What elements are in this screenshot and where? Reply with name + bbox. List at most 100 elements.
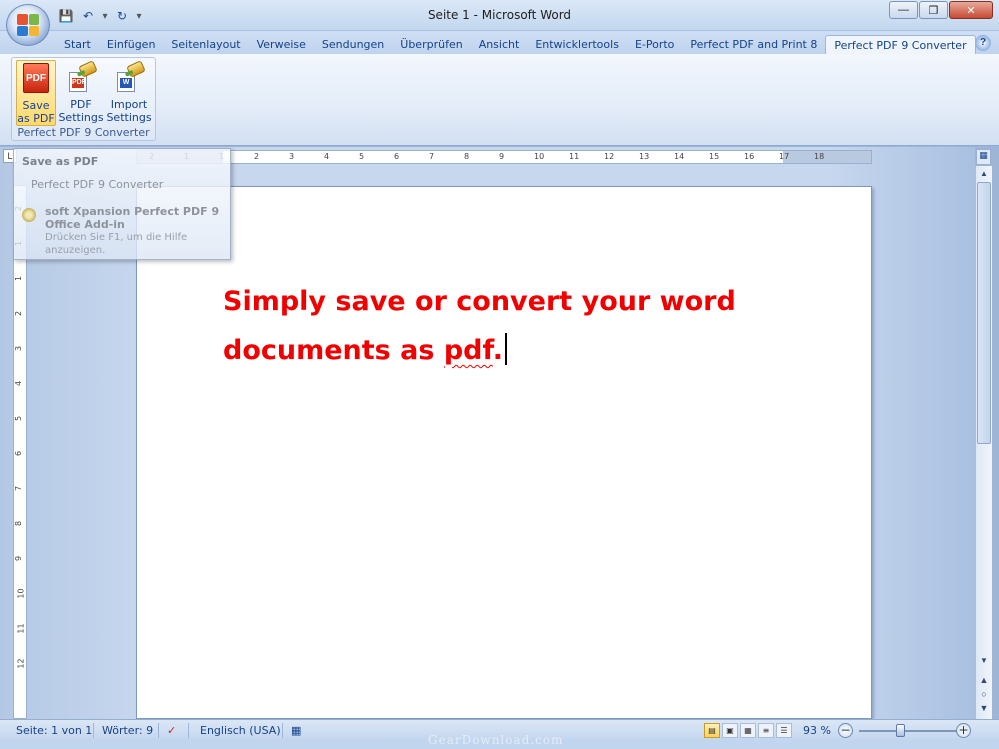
window-controls: — ❐ ✕ bbox=[889, 1, 993, 19]
import-settings-label-1: Import bbox=[110, 98, 148, 111]
pdf-document-icon: PDF bbox=[20, 63, 52, 95]
tab-ansicht[interactable]: Ansicht bbox=[471, 35, 528, 56]
ruler-number: 17 bbox=[779, 152, 790, 161]
office-logo-icon bbox=[17, 14, 39, 36]
document-body-text[interactable]: Simply save or convert your word documen… bbox=[223, 277, 783, 375]
window-title: Seite 1 - Microsoft Word bbox=[427, 8, 572, 22]
ruler-number: 18 bbox=[814, 152, 825, 161]
import-settings-button[interactable]: W Import Settings bbox=[106, 60, 152, 126]
ruler-number: 7 bbox=[429, 152, 435, 161]
zoom-out-icon[interactable]: − bbox=[838, 723, 853, 738]
ruler-number: 16 bbox=[744, 152, 755, 161]
view-buttons: ▤ ▣ ▦ ≡ ☰ bbox=[704, 723, 792, 738]
tab-sendungen[interactable]: Sendungen bbox=[314, 35, 392, 56]
ruler-number: 9 bbox=[14, 555, 24, 562]
full-screen-reading-icon[interactable]: ▣ bbox=[722, 723, 738, 738]
tab-entwicklertools[interactable]: Entwicklertools bbox=[527, 35, 627, 56]
tab-verweise[interactable]: Verweise bbox=[249, 35, 314, 56]
ruler-number: 10 bbox=[16, 588, 26, 599]
ruler-number: 2 bbox=[254, 152, 260, 161]
ruler-number: 5 bbox=[359, 152, 365, 161]
tooltip-subtitle: Perfect PDF 9 Converter bbox=[31, 178, 164, 191]
ruler-number: 8 bbox=[14, 520, 24, 527]
save-as-pdf-label-1: Save bbox=[22, 99, 50, 112]
pdf-settings-label-2: Settings bbox=[58, 111, 104, 124]
close-button[interactable]: ✕ bbox=[949, 1, 993, 19]
ruler-number: 9 bbox=[499, 152, 505, 161]
tooltip-help-text: Drücken Sie F1, um die Hilfe anzuzeigen. bbox=[45, 232, 188, 256]
ruler-number: 14 bbox=[674, 152, 685, 161]
tab-e-porto[interactable]: E-Porto bbox=[627, 35, 682, 56]
ruler-number: 11 bbox=[16, 623, 26, 634]
ruler-number: 11 bbox=[569, 152, 580, 161]
watermark: GearDownload.com bbox=[428, 733, 564, 747]
ruler-number: 1 bbox=[14, 275, 24, 282]
save-as-pdf-button[interactable]: PDF Save as PDF bbox=[16, 60, 56, 126]
pdf-settings-icon: PDF bbox=[65, 60, 98, 94]
status-page[interactable]: Seite: 1 von 1 bbox=[16, 724, 92, 737]
pdf-settings-label-1: PDF bbox=[70, 98, 92, 111]
document-line-2: documents as pdf. bbox=[223, 326, 783, 375]
scroll-down-icon[interactable]: ▼ bbox=[977, 654, 991, 668]
tab-ueberpruefen[interactable]: Überprüfen bbox=[392, 35, 470, 56]
status-language[interactable]: Englisch (USA) bbox=[200, 724, 281, 737]
title-bar: 💾 ↶ ▾ ↻ ▾ Seite 1 - Microsoft Word — ❐ ✕ bbox=[0, 0, 999, 31]
zoom-slider-thumb[interactable] bbox=[896, 724, 905, 737]
maximize-button[interactable]: ❐ bbox=[919, 1, 948, 19]
web-layout-icon[interactable]: ▦ bbox=[740, 723, 756, 738]
tab-perfect-pdf-9-converter[interactable]: Perfect PDF 9 Converter bbox=[825, 35, 976, 56]
ribbon: PDF Save as PDF PDF PDF Settings W Impor… bbox=[0, 54, 999, 146]
import-settings-label-2: Settings bbox=[106, 111, 152, 124]
pdf-settings-button[interactable]: PDF PDF Settings bbox=[58, 60, 104, 126]
proofing-icon[interactable]: ✓ bbox=[167, 724, 176, 737]
zoom-slider-track[interactable] bbox=[859, 730, 957, 732]
status-words[interactable]: Wörter: 9 bbox=[102, 724, 153, 737]
scroll-up-icon[interactable]: ▲ bbox=[977, 167, 991, 181]
text-caret bbox=[505, 333, 508, 365]
ribbon-tabs: Start Einfügen Seitenlayout Verweise Sen… bbox=[0, 31, 999, 56]
ruler-number: 5 bbox=[14, 415, 24, 422]
ruler-number: 8 bbox=[464, 152, 470, 161]
minimize-button[interactable]: — bbox=[889, 1, 918, 19]
vertical-scrollbar[interactable]: ▲ ▼ ▲ ○ ▼ bbox=[975, 166, 992, 719]
ruler-number: 3 bbox=[289, 152, 295, 161]
ruler-number: 2 bbox=[14, 310, 24, 317]
document-page[interactable]: Simply save or convert your word documen… bbox=[136, 186, 872, 719]
zoom-level[interactable]: 93 % bbox=[803, 724, 831, 737]
import-settings-icon: W bbox=[113, 60, 146, 94]
horizontal-ruler-numbers: 21123456789101112131415161718 bbox=[137, 151, 871, 163]
save-as-pdf-label-2: as PDF bbox=[17, 112, 55, 125]
help-icon[interactable]: ? bbox=[975, 35, 991, 51]
view-ruler-icon[interactable]: ▦ bbox=[976, 149, 991, 165]
next-page-icon[interactable]: ▼ bbox=[977, 701, 991, 715]
tooltip-title: Save as PDF bbox=[22, 155, 99, 168]
save-as-pdf-tooltip: Save as PDF Perfect PDF 9 Converter soft… bbox=[13, 148, 231, 260]
print-layout-icon[interactable]: ▤ bbox=[704, 723, 720, 738]
tab-seitenlayout[interactable]: Seitenlayout bbox=[163, 35, 248, 56]
ruler-number: 4 bbox=[324, 152, 330, 161]
scrollbar-thumb[interactable] bbox=[977, 182, 991, 444]
office-button[interactable] bbox=[6, 4, 50, 46]
zoom-in-icon[interactable]: + bbox=[956, 723, 971, 738]
ribbon-group-label: Perfect PDF 9 Converter bbox=[17, 126, 150, 139]
ruler-number: 13 bbox=[639, 152, 650, 161]
tab-einfuegen[interactable]: Einfügen bbox=[99, 35, 164, 56]
spelling-error: pdf bbox=[443, 335, 493, 366]
ruler-number: 10 bbox=[534, 152, 545, 161]
tab-perfect-pdf-print-8[interactable]: Perfect PDF and Print 8 bbox=[682, 35, 825, 56]
ruler-number: 7 bbox=[14, 485, 24, 492]
ruler-number: 12 bbox=[604, 152, 615, 161]
browse-object-icon[interactable]: ○ bbox=[977, 687, 991, 701]
outline-icon[interactable]: ≡ bbox=[758, 723, 774, 738]
document-line-1: Simply save or convert your word bbox=[223, 286, 736, 317]
horizontal-ruler[interactable]: 21123456789101112131415161718 bbox=[136, 150, 872, 164]
ribbon-group-perfect-pdf: PDF Save as PDF PDF PDF Settings W Impor… bbox=[11, 57, 156, 141]
draft-icon[interactable]: ☰ bbox=[776, 723, 792, 738]
ruler-number: 6 bbox=[14, 450, 24, 457]
vertical-ruler[interactable]: 21123456789101112 bbox=[13, 185, 27, 719]
ruler-number: 15 bbox=[709, 152, 720, 161]
macro-recording-icon[interactable]: ▦ bbox=[291, 724, 301, 737]
ruler-number: 3 bbox=[14, 345, 24, 352]
tab-start[interactable]: Start bbox=[56, 35, 99, 56]
previous-page-icon[interactable]: ▲ bbox=[977, 673, 991, 687]
